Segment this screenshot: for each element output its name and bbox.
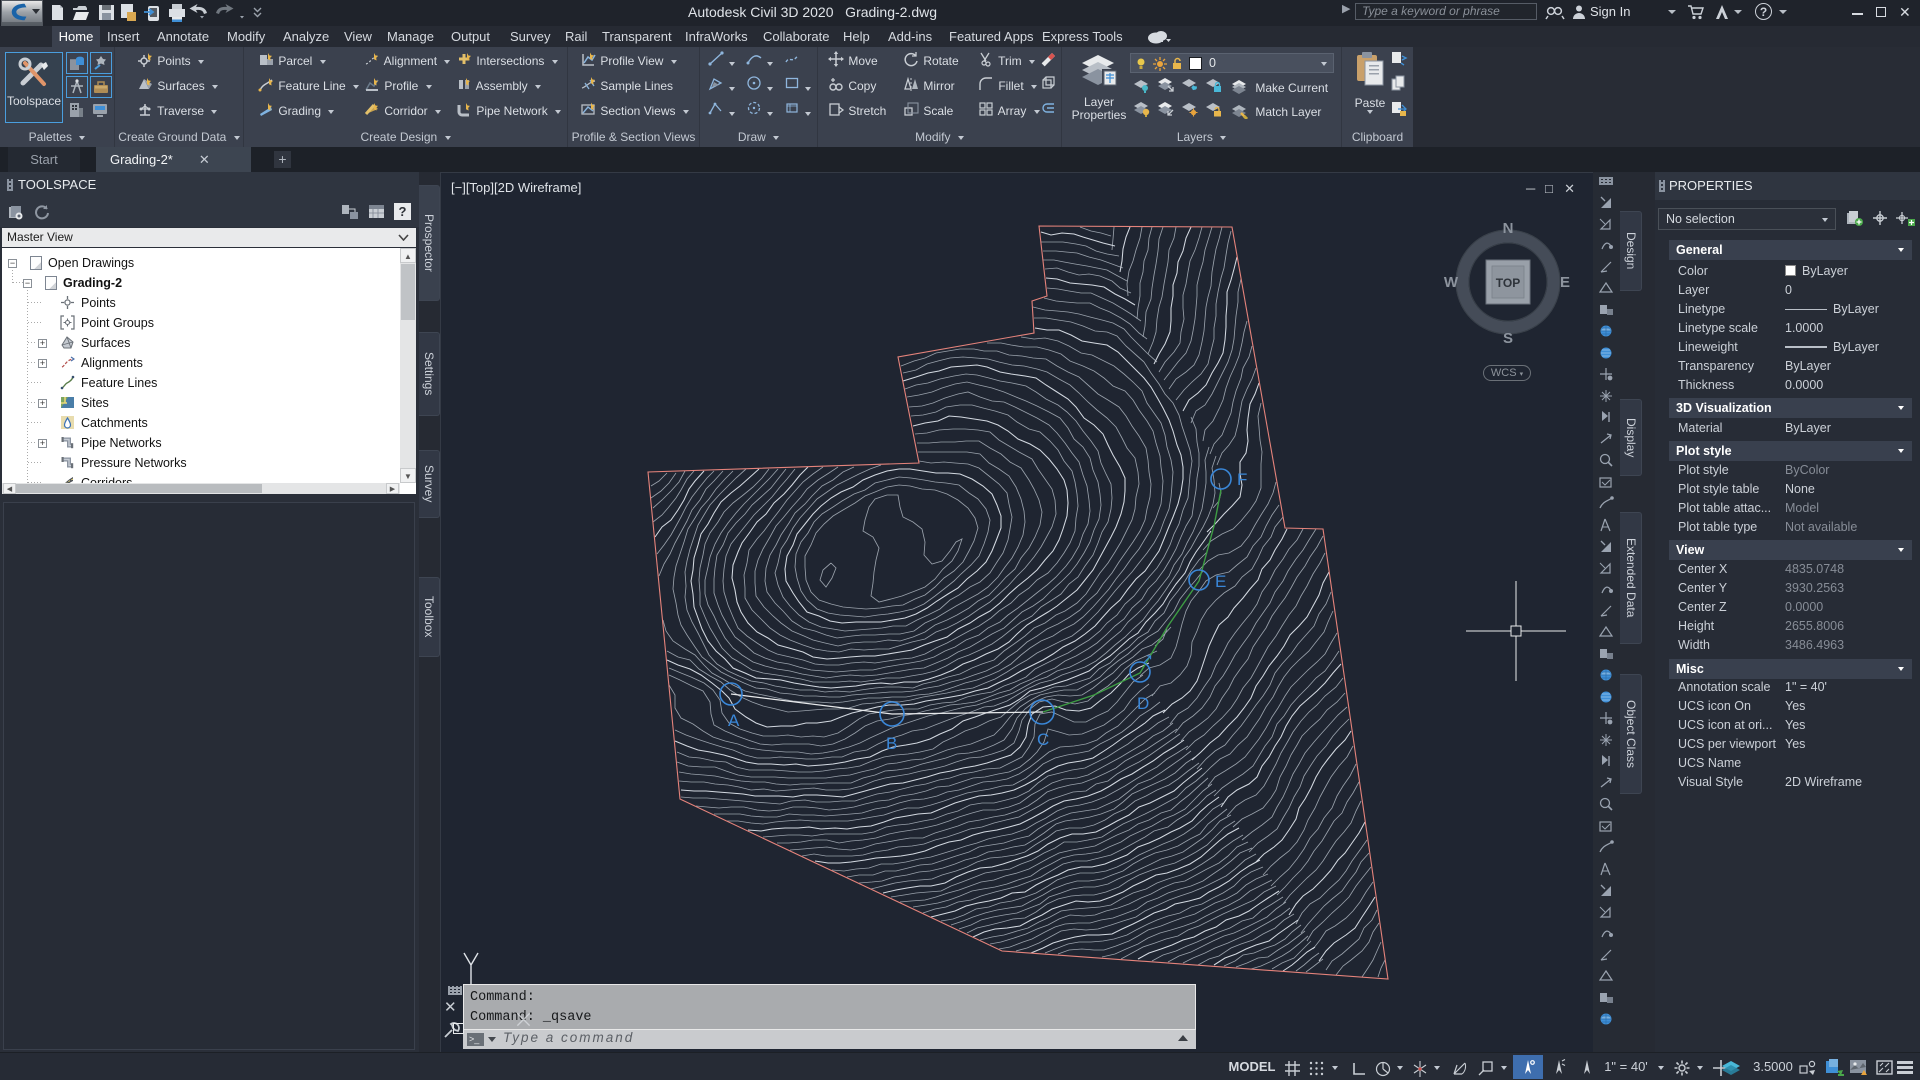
svg-text:E: E bbox=[1215, 572, 1226, 591]
svg-text:B: B bbox=[886, 734, 897, 753]
svg-text:TOP: TOP bbox=[1496, 276, 1520, 290]
svg-text:F: F bbox=[1237, 470, 1247, 489]
svg-text:S: S bbox=[1503, 330, 1513, 347]
svg-text:A: A bbox=[728, 711, 740, 730]
svg-text:N: N bbox=[1503, 220, 1514, 237]
svg-text:E: E bbox=[1560, 274, 1570, 291]
svg-text:W: W bbox=[1444, 274, 1459, 291]
svg-text:C: C bbox=[1037, 730, 1049, 749]
svg-text:D: D bbox=[1137, 694, 1149, 713]
svg-text:↗: ↗ bbox=[1142, 651, 1153, 666]
